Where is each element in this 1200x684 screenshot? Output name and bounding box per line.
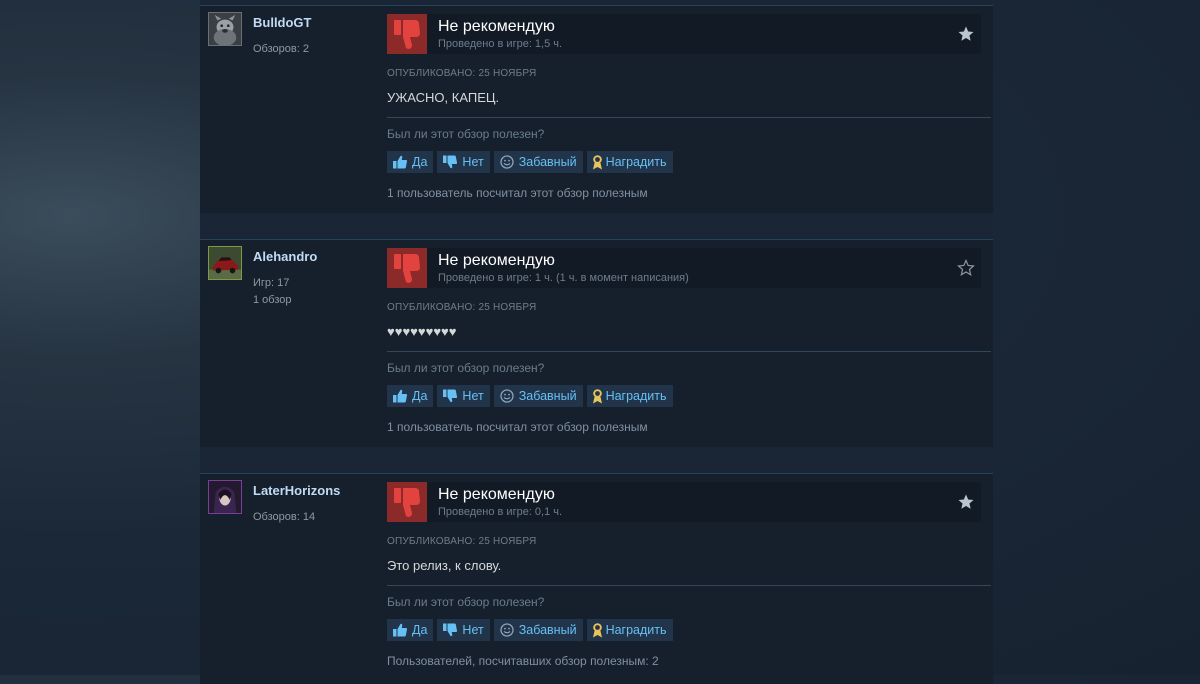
star-icon[interactable] xyxy=(957,493,975,511)
vote-funny-label: Забавный xyxy=(518,155,577,169)
review-verdict-header[interactable]: Не рекомендую Проведено в игре: 1 ч. (1 … xyxy=(387,248,981,288)
vote-funny-label: Забавный xyxy=(518,623,577,637)
helpful-count: 1 пользователь посчитал этот обзор полез… xyxy=(387,186,648,200)
vote-no-button[interactable]: Нет xyxy=(437,385,490,407)
author-name[interactable]: BulldoGT xyxy=(253,15,312,30)
playtime: Проведено в игре: 0,1 ч. xyxy=(438,506,563,518)
vote-controls: Да Нет Забавный Наградить xyxy=(387,619,673,641)
posted-date: ОПУБЛИКОВАНО: 25 НОЯБРЯ xyxy=(387,68,537,79)
award-label: Наградить xyxy=(605,389,667,403)
vote-no-button[interactable]: Нет xyxy=(437,619,490,641)
vote-funny-button[interactable]: Забавный xyxy=(493,151,583,173)
review-card: Alehandro Игр: 17 1 обзор Не рекомендую … xyxy=(200,239,993,447)
smiley-icon xyxy=(500,155,514,169)
smiley-icon xyxy=(500,623,514,637)
vote-controls: Да Нет Забавный Наградить xyxy=(387,385,673,407)
helpful-question: Был ли этот обзор полезен? xyxy=(387,595,545,609)
avatar[interactable] xyxy=(208,246,242,280)
vote-funny-button[interactable]: Забавный xyxy=(493,619,583,641)
thumbs-down-icon xyxy=(443,623,458,637)
posted-date: ОПУБЛИКОВАНО: 25 НОЯБРЯ xyxy=(387,302,537,313)
thumbs-up-icon xyxy=(393,623,408,637)
thumbs-down-icon xyxy=(387,248,427,288)
review-verdict-header[interactable]: Не рекомендую Проведено в игре: 0,1 ч. xyxy=(387,482,981,522)
divider xyxy=(387,117,991,118)
review-text: Это релиз, к слову. xyxy=(387,558,502,573)
thumbs-down-icon xyxy=(387,482,427,522)
helpful-question: Был ли этот обзор полезен? xyxy=(387,361,545,375)
review-card: BulldoGT Обзоров: 2 Не рекомендую Провед… xyxy=(200,5,993,213)
author-review-count[interactable]: 1 обзор xyxy=(253,294,292,306)
vote-no-label: Нет xyxy=(462,155,484,169)
posted-date: ОПУБЛИКОВАНО: 25 НОЯБРЯ xyxy=(387,536,537,547)
award-label: Наградить xyxy=(605,623,667,637)
thumbs-down-icon xyxy=(387,14,427,54)
avatar[interactable] xyxy=(208,12,242,46)
author-name[interactable]: LaterHorizons xyxy=(253,483,340,498)
playtime: Проведено в игре: 1,5 ч. xyxy=(438,38,563,50)
award-button[interactable]: Наградить xyxy=(586,385,673,407)
author-name[interactable]: Alehandro xyxy=(253,249,317,264)
thumbs-down-icon xyxy=(443,389,458,403)
author-review-count[interactable]: Обзоров: 14 xyxy=(253,511,315,523)
award-ribbon-icon xyxy=(592,623,602,638)
helpful-count: 1 пользователь посчитал этот обзор полез… xyxy=(387,420,648,434)
vote-yes-button[interactable]: Да xyxy=(387,151,434,173)
vote-yes-label: Да xyxy=(412,623,428,637)
vote-yes-button[interactable]: Да xyxy=(387,385,434,407)
avatar[interactable] xyxy=(208,480,242,514)
award-button[interactable]: Наградить xyxy=(586,151,673,173)
review-card: LaterHorizons Обзоров: 14 Не рекомендую … xyxy=(200,473,993,684)
review-verdict-header[interactable]: Не рекомендую Проведено в игре: 1,5 ч. xyxy=(387,14,981,54)
star-icon[interactable] xyxy=(957,25,975,43)
award-ribbon-icon xyxy=(592,389,602,404)
thumbs-down-icon xyxy=(443,155,458,169)
vote-funny-label: Забавный xyxy=(518,389,577,403)
playtime: Проведено в игре: 1 ч. (1 ч. в момент на… xyxy=(438,272,689,284)
award-button[interactable]: Наградить xyxy=(586,619,673,641)
verdict-title: Не рекомендую xyxy=(438,18,555,35)
divider xyxy=(387,585,991,586)
vote-funny-button[interactable]: Забавный xyxy=(493,385,583,407)
vote-yes-button[interactable]: Да xyxy=(387,619,434,641)
vote-no-label: Нет xyxy=(462,623,484,637)
author-review-count[interactable]: Обзоров: 2 xyxy=(253,43,309,55)
award-label: Наградить xyxy=(605,155,667,169)
verdict-title: Не рекомендую xyxy=(438,486,555,503)
thumbs-up-icon xyxy=(393,155,408,169)
thumbs-up-icon xyxy=(393,389,408,403)
helpful-question: Был ли этот обзор полезен? xyxy=(387,127,545,141)
vote-no-label: Нет xyxy=(462,389,484,403)
verdict-title: Не рекомендую xyxy=(438,252,555,269)
helpful-count: Пользователей, посчитавших обзор полезны… xyxy=(387,654,659,668)
author-games-count[interactable]: Игр: 17 xyxy=(253,277,289,289)
smiley-icon xyxy=(500,389,514,403)
review-text: ♥♥♥♥♥♥♥♥♥ xyxy=(387,324,457,339)
star-icon[interactable] xyxy=(957,259,975,277)
vote-yes-label: Да xyxy=(412,389,428,403)
vote-controls: Да Нет Забавный Наградить xyxy=(387,151,673,173)
review-text: УЖАСНО, КАПЕЦ. xyxy=(387,90,500,105)
divider xyxy=(387,351,991,352)
vote-yes-label: Да xyxy=(412,155,428,169)
vote-no-button[interactable]: Нет xyxy=(437,151,490,173)
award-ribbon-icon xyxy=(592,155,602,170)
